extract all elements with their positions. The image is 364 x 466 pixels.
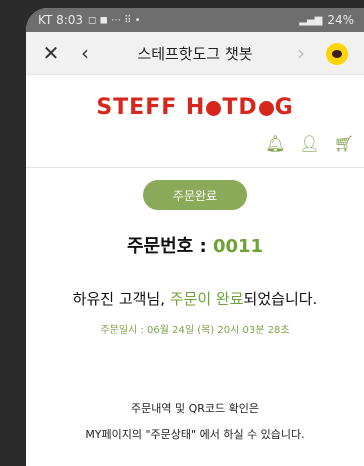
battery-level: 24%	[327, 13, 354, 27]
status-bar: KT 8:03 ◻ ◼ ⋯ ⠿ • ▂▄▆ 24%	[26, 8, 364, 32]
logo-dot	[206, 100, 222, 116]
bell-icon[interactable]: 🔔︎	[265, 134, 285, 153]
order-status-pill: 주문완료	[143, 180, 247, 210]
status-left: KT 8:03 ◻ ◼ ⋯ ⠿ •	[38, 13, 141, 27]
status-time: KT 8:03	[38, 13, 84, 27]
cart-icon[interactable]: 🛒︎	[334, 134, 354, 153]
kakao-chat-button[interactable]	[326, 43, 348, 65]
steff-hotdog-logo: STEFF H TD G	[96, 95, 294, 120]
order-datetime: 주문일시 : 06월 24일 (목) 20시 03분 28초	[100, 325, 290, 336]
close-button[interactable]: ✕	[34, 41, 68, 65]
phone-screen: KT 8:03 ◻ ◼ ⋯ ⠿ • ▂▄▆ 24% ✕ ‹ 스테프핫도그 챗봇 …	[26, 8, 364, 466]
order-complete-message: 하유진 고객님, 주문이 완료되었습니다.	[72, 290, 318, 308]
chat-bubble-icon	[332, 50, 342, 58]
signal-icon: ▂▄▆	[299, 14, 323, 26]
back-button[interactable]: ‹	[68, 41, 102, 65]
logo-dot	[258, 100, 274, 116]
message-highlight: 주문이 완료	[169, 290, 244, 308]
order-number-value: 0011	[212, 236, 264, 257]
chatbot-nav-bar: ✕ ‹ 스테프핫도그 챗봇 ›	[26, 32, 364, 75]
info-line-2: MY페이지의 "주문상태" 에서 하실 수 있습니다.	[85, 428, 305, 441]
phone-frame: KT 8:03 ◻ ◼ ⋯ ⠿ • ▂▄▆ 24% ✕ ‹ 스테프핫도그 챗봇 …	[0, 0, 364, 466]
status-right: ▂▄▆ 24%	[299, 13, 354, 27]
order-number: 주문번호 : 0011	[126, 236, 264, 257]
forward-button[interactable]: ›	[284, 41, 318, 65]
header-divider	[26, 167, 364, 168]
header-icons: 🔔︎ 👤︎ 🛒︎	[26, 134, 364, 153]
status-notification-icons: ◻ ◼ ⋯ ⠿ •	[88, 14, 141, 26]
user-icon[interactable]: 👤︎	[299, 134, 319, 153]
info-line-1: 주문내역 및 QR코드 확인은	[131, 402, 259, 415]
